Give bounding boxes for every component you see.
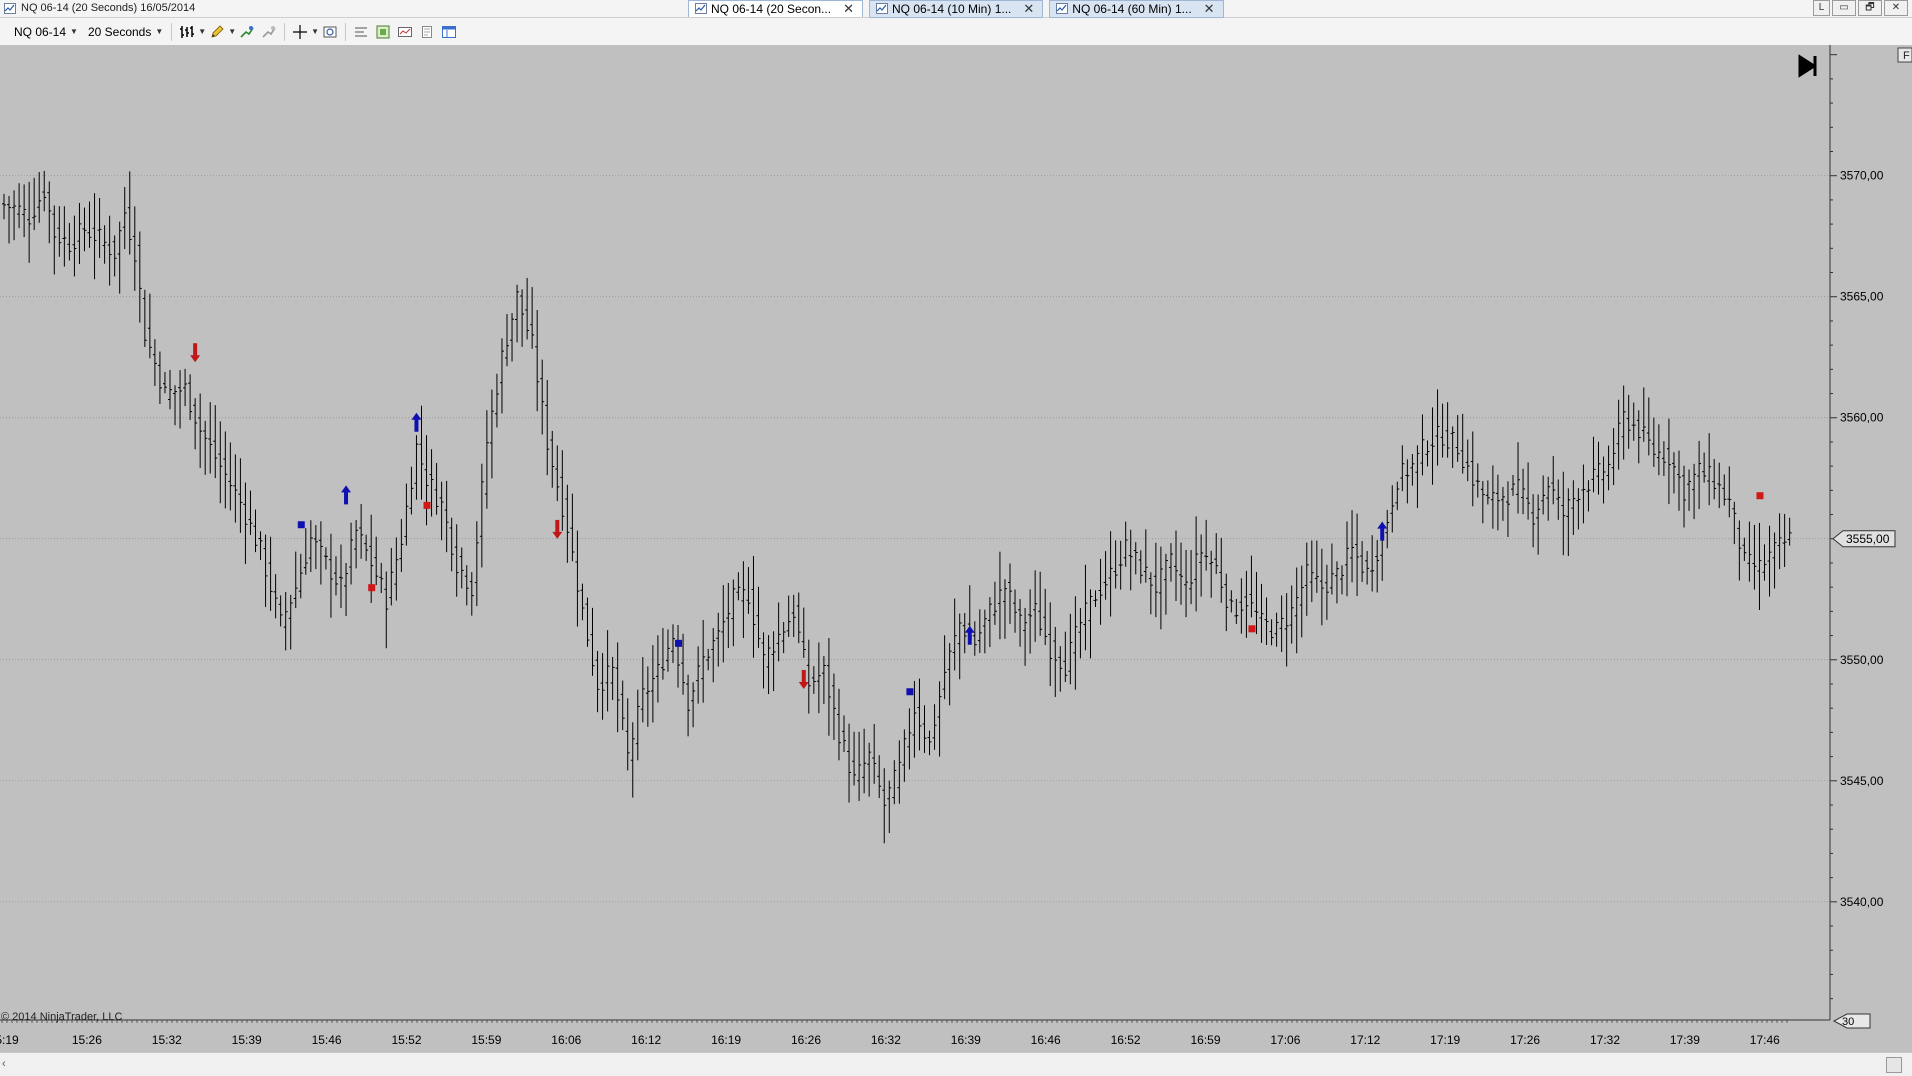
exit-square-marker bbox=[906, 688, 914, 696]
time-tick-label: 17:26 bbox=[1510, 1033, 1540, 1047]
price-tick-label: 3570,00 bbox=[1840, 169, 1884, 183]
time-tick-label: 15:52 bbox=[391, 1033, 421, 1047]
chart-tabs: NQ 06-14 (20 Secon... ✕ NQ 06-14 (10 Min… bbox=[688, 0, 1230, 18]
minimize-button[interactable]: ▭ bbox=[1832, 0, 1856, 16]
horizontal-scrollbar[interactable]: ‹ bbox=[0, 1052, 1912, 1076]
page-icon[interactable] bbox=[419, 24, 435, 40]
exit-square-marker bbox=[297, 521, 305, 529]
tab-label: NQ 06-14 (60 Min) 1... bbox=[1072, 2, 1192, 16]
exit-square-marker bbox=[675, 639, 683, 647]
time-tick-label: 16:52 bbox=[1111, 1033, 1141, 1047]
time-tick-label: 16:12 bbox=[631, 1033, 661, 1047]
exit-square-marker bbox=[368, 584, 376, 592]
chevron-down-icon[interactable]: ▼ bbox=[228, 27, 236, 36]
bars-back-value: 30 bbox=[1842, 1016, 1854, 1028]
tab-label: NQ 06-14 (20 Secon... bbox=[711, 2, 832, 16]
pencil-icon[interactable] bbox=[209, 24, 225, 40]
price-tick-label: 3565,00 bbox=[1840, 290, 1884, 304]
chart-trader-icon[interactable] bbox=[397, 24, 413, 40]
copyright-text: © 2014 NinjaTrader, LLC bbox=[1, 1011, 122, 1023]
chart-tab-icon bbox=[695, 3, 707, 14]
properties-icon[interactable] bbox=[353, 24, 369, 40]
price-chart[interactable]: 3570,00 3565,00 3560,00 3555,00 3550,00 3545,… bbox=[0, 45, 1912, 1075]
interval-selector[interactable]: 20 Seconds ▼ bbox=[84, 25, 167, 39]
time-tick-label: 15:26 bbox=[72, 1033, 102, 1047]
tab-label: NQ 06-14 (10 Min) 1... bbox=[891, 2, 1012, 16]
chart-toolbar: NQ 06-14 ▼ 20 Seconds ▼ ▼ ▼ ▼ bbox=[0, 18, 1912, 46]
time-tick-label: 17:32 bbox=[1590, 1033, 1620, 1047]
time-tick-label: 16:39 bbox=[951, 1033, 981, 1047]
window-title: NQ 06-14 (20 Seconds) 16/05/2014 bbox=[4, 2, 195, 14]
price-tick-label: 3545,00 bbox=[1840, 774, 1884, 788]
time-tick-label: 17:39 bbox=[1670, 1033, 1700, 1047]
exit-square-marker bbox=[1756, 492, 1764, 500]
indicator-icon[interactable] bbox=[239, 24, 255, 40]
price-tick-label: 3560,00 bbox=[1840, 411, 1884, 425]
chart-window-icon bbox=[4, 2, 16, 14]
time-tick-label: 15:59 bbox=[471, 1033, 501, 1047]
restore-button[interactable]: 🗗 bbox=[1858, 0, 1882, 16]
exit-square-marker bbox=[423, 501, 431, 509]
toolbar-divider bbox=[171, 22, 173, 41]
price-tick-label: 3550,00 bbox=[1840, 653, 1884, 667]
link-button[interactable]: L bbox=[1813, 0, 1830, 16]
interval-label: 20 Seconds bbox=[87, 24, 152, 39]
chevron-down-icon: ▼ bbox=[70, 27, 78, 36]
crosshair-icon[interactable] bbox=[292, 24, 308, 40]
bar-type-icon[interactable] bbox=[179, 24, 195, 40]
close-icon[interactable]: ✕ bbox=[843, 1, 854, 17]
strategy-icon[interactable] bbox=[261, 24, 277, 40]
window-layout-icon[interactable] bbox=[441, 24, 457, 40]
time-tick-label: 16:06 bbox=[551, 1033, 581, 1047]
time-tick-label: 17:12 bbox=[1350, 1033, 1380, 1047]
chart-tab-icon bbox=[1056, 3, 1069, 14]
chevron-down-icon[interactable]: ▼ bbox=[311, 27, 319, 36]
data-box-icon[interactable] bbox=[375, 24, 391, 40]
panel-flag: F bbox=[1903, 50, 1910, 62]
time-tick-label: 17:19 bbox=[1430, 1033, 1460, 1047]
time-tick-label: 16:19 bbox=[711, 1033, 741, 1047]
toolbar-divider bbox=[345, 22, 347, 41]
window-title-text: NQ 06-14 (20 Seconds) 16/05/2014 bbox=[21, 2, 196, 14]
close-icon[interactable]: ✕ bbox=[1023, 1, 1034, 17]
time-tick-label: 17:46 bbox=[1750, 1033, 1780, 1047]
close-button[interactable]: ✕ bbox=[1884, 0, 1908, 16]
scroll-thumb[interactable] bbox=[1886, 1057, 1902, 1073]
instrument-selector[interactable]: NQ 06-14 ▼ bbox=[10, 25, 82, 39]
time-tick-label: 16:32 bbox=[871, 1033, 901, 1047]
close-icon[interactable]: ✕ bbox=[1204, 1, 1215, 17]
toolbar-divider bbox=[284, 22, 286, 41]
instrument-label: NQ 06-14 bbox=[14, 24, 67, 39]
time-tick-label: 15:46 bbox=[312, 1033, 342, 1047]
scroll-left-arrow[interactable]: ‹ bbox=[2, 1058, 6, 1070]
time-tick-label: 17:06 bbox=[1270, 1033, 1300, 1047]
time-tick-label: 16:26 bbox=[791, 1033, 821, 1047]
tab-10-min[interactable]: NQ 06-14 (10 Min) 1... ✕ bbox=[868, 0, 1044, 18]
chart-background bbox=[0, 45, 1912, 1075]
tab-20-seconds[interactable]: NQ 06-14 (20 Secon... ✕ bbox=[688, 0, 863, 17]
current-price-label: 3555,00 bbox=[1846, 532, 1890, 546]
chevron-down-icon: ▼ bbox=[155, 27, 164, 36]
time-tick-label: 5:19 bbox=[0, 1033, 19, 1047]
exit-square-marker bbox=[1248, 625, 1256, 633]
chart-tab-icon bbox=[875, 3, 888, 14]
zoom-icon[interactable] bbox=[322, 24, 338, 40]
time-tick-label: 15:39 bbox=[232, 1033, 262, 1047]
window-controls: L ▭ 🗗 ✕ bbox=[1813, 0, 1908, 16]
title-bar: NQ 06-14 (20 Seconds) 16/05/2014 NQ 06-1… bbox=[0, 0, 1912, 18]
time-tick-label: 16:59 bbox=[1190, 1033, 1220, 1047]
price-tick-label: 3540,00 bbox=[1840, 895, 1884, 909]
tab-60-min[interactable]: NQ 06-14 (60 Min) 1... ✕ bbox=[1049, 0, 1224, 18]
time-tick-label: 16:46 bbox=[1031, 1033, 1061, 1047]
time-tick-label: 15:32 bbox=[152, 1033, 182, 1047]
chevron-down-icon[interactable]: ▼ bbox=[198, 27, 206, 36]
